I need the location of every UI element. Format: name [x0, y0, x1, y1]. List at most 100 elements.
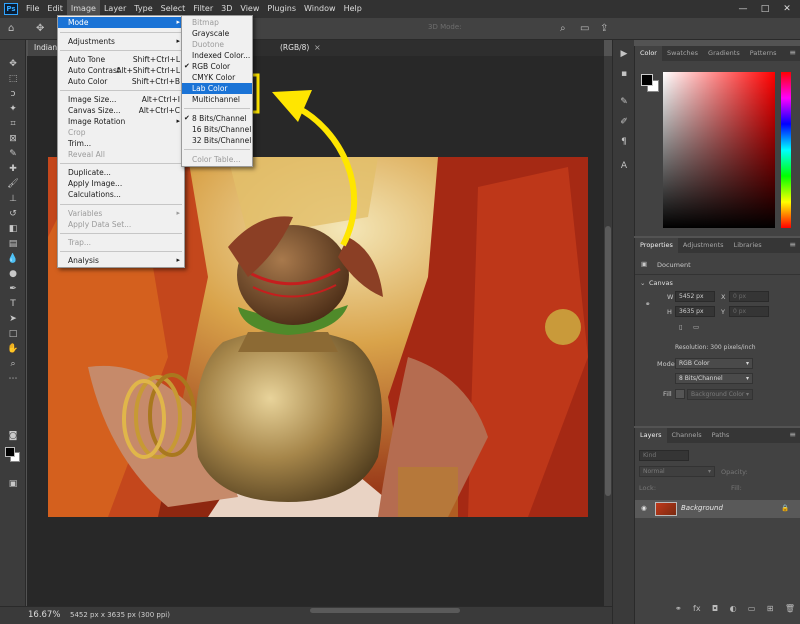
- menu-item-apply-image[interactable]: Apply Image...: [58, 178, 184, 189]
- menu-item-label: Multichannel: [192, 95, 241, 104]
- menu-shortcut: Alt+Shift+Ctrl+L: [116, 66, 180, 75]
- menu-item-grayscale[interactable]: Grayscale: [182, 28, 252, 39]
- foreground-color-swatch[interactable]: [641, 74, 653, 86]
- landscape-icon[interactable]: ▭: [693, 323, 699, 331]
- zoom-level[interactable]: 16.67%: [28, 610, 60, 620]
- comments-icon[interactable]: ▪: [618, 68, 630, 80]
- menu-separator: [60, 90, 182, 91]
- layer-mask-icon[interactable]: ◘: [712, 604, 718, 616]
- blend-mode-select[interactable]: Normal: [639, 466, 715, 477]
- brush-settings-icon[interactable]: ✎: [618, 96, 630, 108]
- tab-layers[interactable]: Layers: [635, 428, 667, 443]
- menu-item-label: Color Table...: [192, 155, 241, 164]
- menu-item-indexed-color[interactable]: Indexed Color...: [182, 50, 252, 61]
- menu-item-reveal-all[interactable]: Reveal All: [58, 149, 184, 160]
- new-layer-icon[interactable]: ⊞: [767, 604, 774, 616]
- annotation-arrow-shaft: [296, 105, 358, 247]
- clone-source-icon[interactable]: ✐: [618, 116, 630, 128]
- mode-select[interactable]: RGB Color: [675, 358, 753, 369]
- new-group-icon[interactable]: ▭: [748, 604, 756, 616]
- tab-properties[interactable]: Properties: [635, 238, 678, 253]
- menu-item-label: Grayscale: [192, 29, 230, 38]
- menu-item-auto-tone[interactable]: Auto Tone Shift+Ctrl+L: [58, 54, 184, 65]
- tab-adjustments[interactable]: Adjustments: [678, 238, 729, 253]
- menu-item-duotone[interactable]: Duotone: [182, 39, 252, 50]
- tab-gradients[interactable]: Gradients: [703, 46, 745, 61]
- menu-item-image-size[interactable]: Image Size... Alt+Ctrl+I: [58, 94, 184, 105]
- layer-name: Background: [681, 504, 723, 512]
- layer-filter-kind[interactable]: Kind: [639, 450, 689, 461]
- tab-libraries[interactable]: Libraries: [729, 238, 767, 253]
- delete-layer-icon[interactable]: 🗑: [785, 604, 795, 616]
- tab-swatches[interactable]: Swatches: [662, 46, 703, 61]
- menu-item-adjustments[interactable]: Adjustments ▸: [58, 36, 184, 47]
- menu-item-label: Auto Color: [68, 77, 108, 86]
- layer-row-background[interactable]: ◉ Background 🔒: [635, 500, 800, 518]
- menu-item-trim[interactable]: Trim...: [58, 138, 184, 149]
- fill-color-swatch[interactable]: [675, 389, 685, 399]
- panel-menu-icon[interactable]: ≡: [789, 48, 796, 57]
- divider: [635, 274, 800, 275]
- menu-separator: [60, 251, 182, 252]
- layers-panel-tabs: Layers Channels Paths: [635, 428, 800, 443]
- tab-color[interactable]: Color: [635, 46, 662, 61]
- menu-item-image-rotation[interactable]: Image Rotation ▸: [58, 116, 184, 127]
- menu-shortcut: Alt+Ctrl+C: [138, 106, 180, 115]
- menu-item-apply-data-set[interactable]: Apply Data Set...: [58, 219, 184, 230]
- menu-item-mode[interactable]: Mode ▸: [58, 17, 184, 28]
- menu-item-lab-color[interactable]: Lab Color: [182, 83, 252, 94]
- link-layers-icon[interactable]: ⚭: [675, 604, 682, 616]
- menu-item-calculations[interactable]: Calculations...: [58, 189, 184, 200]
- hue-slider[interactable]: [781, 72, 791, 228]
- menu-item-color-table[interactable]: Color Table...: [182, 154, 252, 165]
- menu-item-bitmap[interactable]: Bitmap: [182, 17, 252, 28]
- character-icon[interactable]: A: [618, 160, 630, 172]
- height-field[interactable]: 3635 px: [675, 306, 715, 317]
- layer-style-icon[interactable]: fx: [693, 604, 701, 616]
- chevron-down-icon[interactable]: ⌄: [640, 279, 645, 287]
- menu-item-analysis[interactable]: Analysis ▸: [58, 255, 184, 266]
- x-label: X: [721, 293, 726, 301]
- tab-patterns[interactable]: Patterns: [745, 46, 782, 61]
- bit-depth-select[interactable]: 8 Bits/Channel: [675, 373, 753, 384]
- menu-item-label: Reveal All: [68, 150, 105, 159]
- tab-paths[interactable]: Paths: [707, 428, 735, 443]
- menu-item-label: 32 Bits/Channel: [192, 136, 252, 145]
- paragraph-icon[interactable]: ¶: [618, 136, 630, 148]
- y-field[interactable]: 0 px: [729, 306, 769, 317]
- mode-label: Mode: [657, 360, 675, 368]
- panel-menu-icon[interactable]: ≡: [789, 430, 796, 439]
- visibility-eye-icon[interactable]: ◉: [641, 504, 647, 512]
- menu-item-canvas-size[interactable]: Canvas Size... Alt+Ctrl+C: [58, 105, 184, 116]
- horizontal-scroll-thumb[interactable]: [310, 608, 460, 613]
- adjustment-layer-icon[interactable]: ◐: [730, 604, 737, 616]
- color-picker-field[interactable]: [663, 72, 775, 228]
- history-icon[interactable]: ▶: [618, 48, 630, 60]
- menu-item-rgb-color[interactable]: ✔ RGB Color: [182, 61, 252, 72]
- menu-item-auto-color[interactable]: Auto Color Shift+Ctrl+B: [58, 76, 184, 87]
- menu-item-duplicate[interactable]: Duplicate...: [58, 167, 184, 178]
- width-field[interactable]: 5452 px: [675, 291, 715, 302]
- menu-item-cmyk-color[interactable]: CMYK Color: [182, 72, 252, 83]
- menu-item-32-bits[interactable]: 32 Bits/Channel: [182, 135, 252, 146]
- menu-item-label: Auto Tone: [68, 55, 106, 64]
- panel-menu-icon[interactable]: ≡: [789, 240, 796, 249]
- menu-item-label: Image Rotation: [68, 117, 126, 126]
- menu-item-16-bits[interactable]: 16 Bits/Channel: [182, 124, 252, 135]
- link-icon[interactable]: ⚭: [645, 300, 650, 308]
- menu-item-crop[interactable]: Crop: [58, 127, 184, 138]
- menu-item-multichannel[interactable]: Multichannel: [182, 94, 252, 105]
- tab-channels[interactable]: Channels: [667, 428, 707, 443]
- canvas-section-header[interactable]: Canvas: [649, 279, 673, 287]
- menu-separator: [184, 108, 250, 109]
- menu-item-label: Duotone: [192, 40, 225, 49]
- x-field[interactable]: 0 px: [729, 291, 769, 302]
- status-bar: 16.67% 5452 px x 3635 px (300 ppi): [0, 606, 612, 624]
- menu-item-auto-contrast[interactable]: Auto Contrast Alt+Shift+Ctrl+L: [58, 65, 184, 76]
- portrait-icon[interactable]: ▯: [679, 323, 683, 331]
- menu-item-8-bits[interactable]: ✔ 8 Bits/Channel: [182, 113, 252, 124]
- menu-item-trap[interactable]: Trap...: [58, 237, 184, 248]
- fill-select[interactable]: Background Color: [687, 389, 753, 400]
- menu-item-variables[interactable]: Variables ▸: [58, 208, 184, 219]
- opacity-label: Opacity:: [721, 468, 748, 476]
